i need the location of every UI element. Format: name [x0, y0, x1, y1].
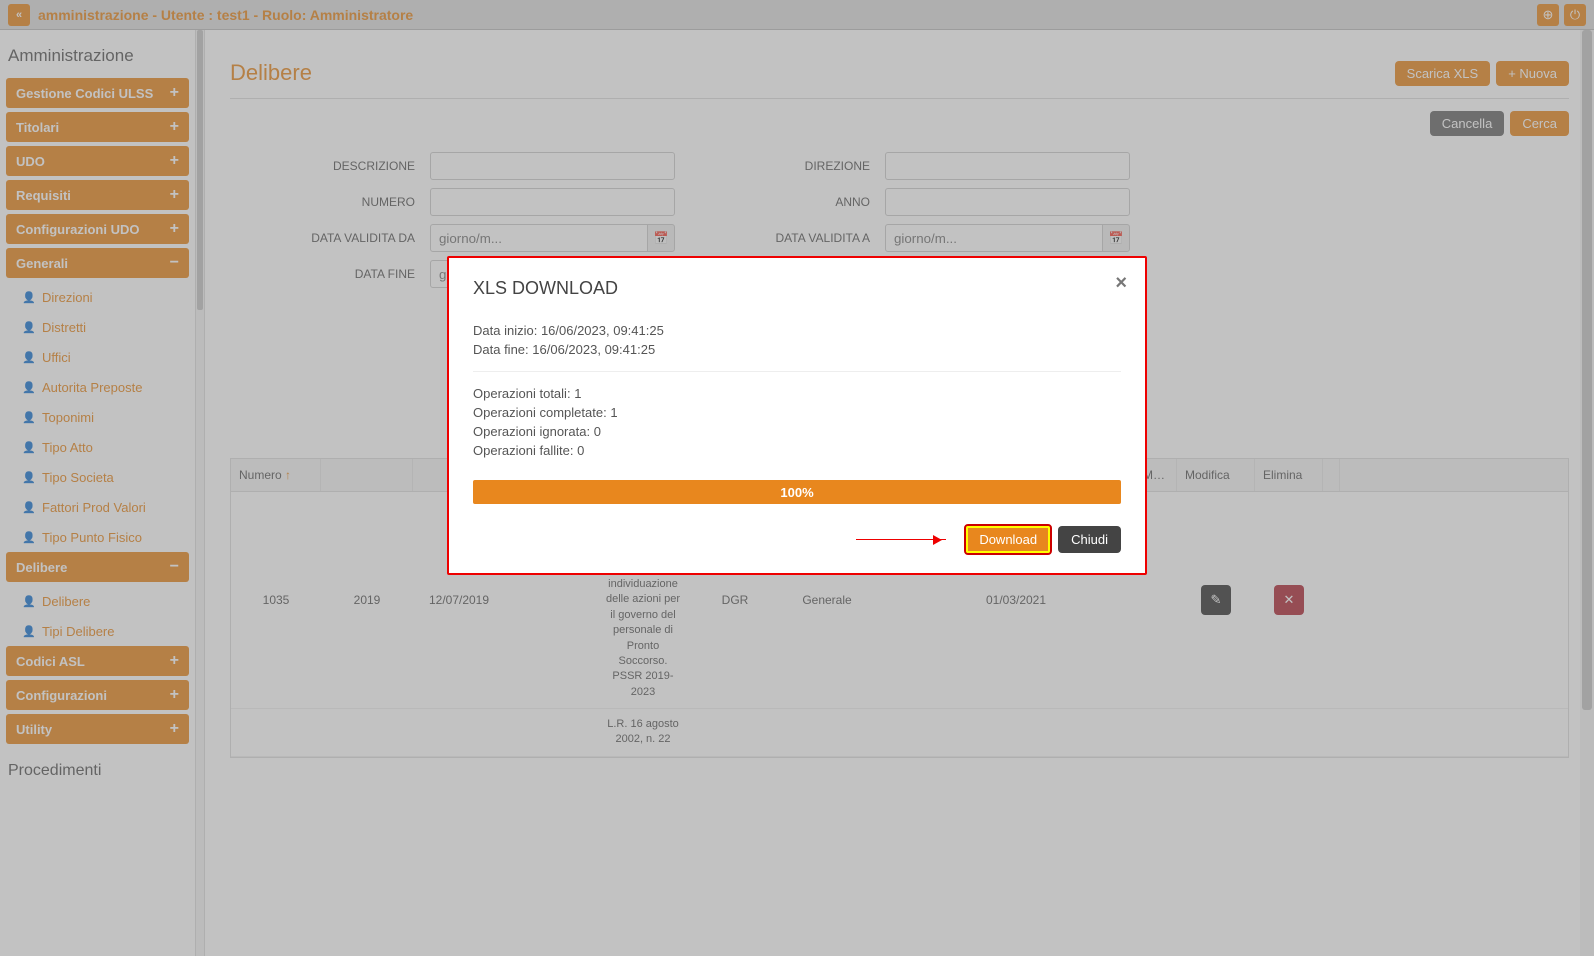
value-data-fine: 16/06/2023, 09:41:25	[532, 342, 655, 357]
value-op-totali: 1	[574, 386, 581, 401]
label-op-totali: Operazioni totali:	[473, 386, 571, 401]
modal-overlay: XLS DOWNLOAD × Data inizio: 16/06/2023, …	[0, 0, 1594, 956]
chiudi-button[interactable]: Chiudi	[1058, 526, 1121, 553]
progress-bar: 100%	[473, 480, 1121, 504]
label-op-ignorata: Operazioni ignorata:	[473, 424, 590, 439]
value-op-fallite: 0	[577, 443, 584, 458]
annotation-arrow	[856, 539, 946, 540]
xls-download-modal: XLS DOWNLOAD × Data inizio: 16/06/2023, …	[447, 256, 1147, 575]
label-data-fine: Data fine:	[473, 342, 529, 357]
label-op-completate: Operazioni completate:	[473, 405, 607, 420]
modal-title: XLS DOWNLOAD	[473, 278, 1121, 299]
value-op-ignorata: 0	[594, 424, 601, 439]
label-data-inizio: Data inizio:	[473, 323, 537, 338]
download-button[interactable]: Download	[964, 524, 1052, 555]
label-op-fallite: Operazioni fallite:	[473, 443, 573, 458]
value-op-completate: 1	[610, 405, 617, 420]
value-data-inizio: 16/06/2023, 09:41:25	[541, 323, 664, 338]
close-icon[interactable]: ×	[1115, 272, 1127, 295]
